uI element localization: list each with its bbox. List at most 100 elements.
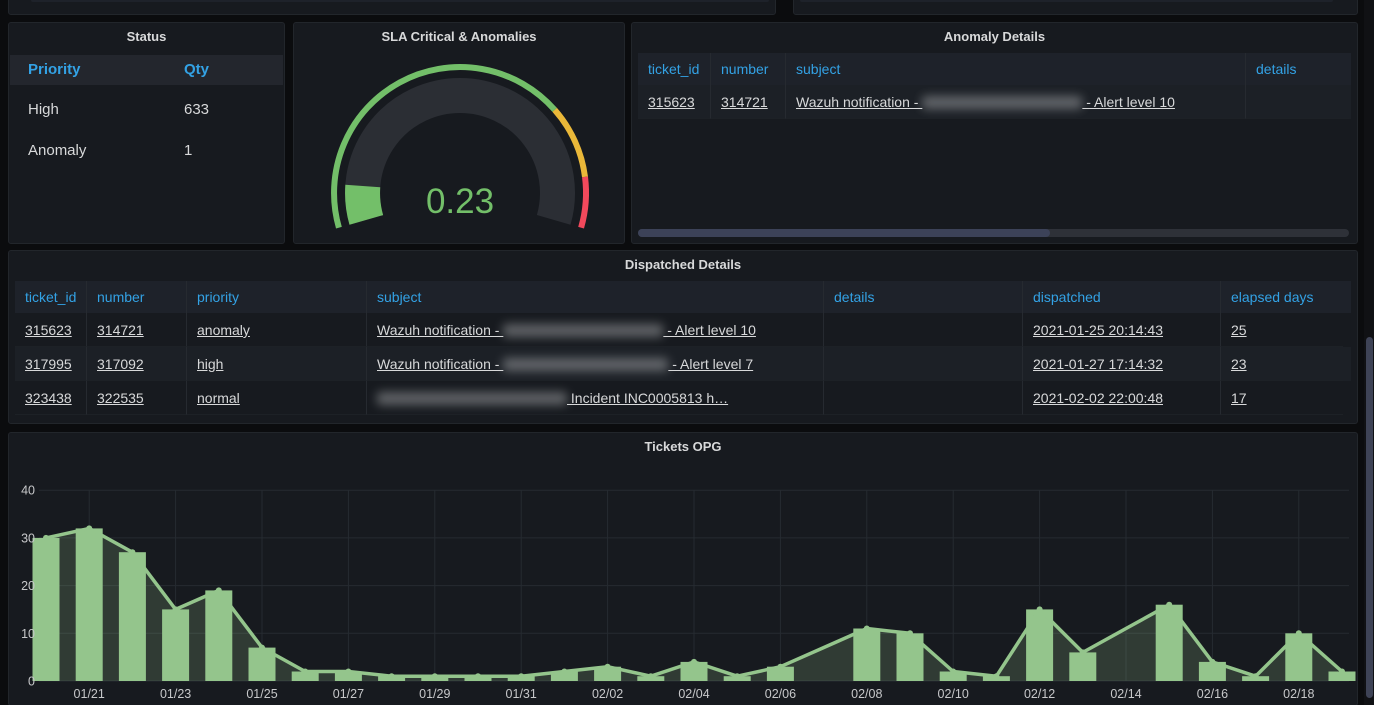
cell-ticket_id: 317995 bbox=[15, 347, 87, 381]
column-header-details[interactable]: details bbox=[824, 281, 1023, 313]
x-axis-tick-label: 01/27 bbox=[333, 687, 364, 701]
x-axis-tick-label: 02/14 bbox=[1110, 687, 1141, 701]
column-header-qty[interactable]: Qty bbox=[174, 55, 283, 85]
cell-subject: Incident INC0005813 h… bbox=[367, 381, 824, 415]
top-partial-content-right bbox=[800, 0, 1333, 2]
subject-link[interactable]: Wazuh notification - - Alert level 10 bbox=[796, 94, 1175, 110]
cell-details bbox=[1246, 85, 1349, 119]
cell-subject: Wazuh notification - - Alert level 7 bbox=[367, 347, 824, 381]
column-header-subject[interactable]: subject bbox=[786, 53, 1246, 85]
column-header-ticket_id[interactable]: ticket_id bbox=[638, 53, 711, 85]
status-panel: Status Priority Qty High633Anomaly1 bbox=[8, 22, 285, 244]
cell-number: 314721 bbox=[87, 313, 187, 347]
table-row: Anomaly1 bbox=[10, 130, 283, 171]
anomaly-horizontal-scrollbar-thumb[interactable] bbox=[638, 229, 1050, 237]
cell-text[interactable]: 314721 bbox=[97, 322, 144, 338]
x-axis-tick-label: 01/23 bbox=[160, 687, 191, 701]
cell-subject: Wazuh notification - - Alert level 10 bbox=[786, 85, 1246, 119]
column-header-details[interactable]: details bbox=[1246, 53, 1349, 85]
dispatched-details-panel: Dispatched Details ticket_idnumberpriori… bbox=[8, 250, 1358, 424]
panel-title-dispatched-details[interactable]: Dispatched Details bbox=[9, 251, 1357, 279]
cell-text[interactable]: high bbox=[197, 356, 223, 372]
cell-text[interactable]: 17 bbox=[1231, 390, 1247, 406]
sla-gauge-panel: SLA Critical & Anomalies 0.23 bbox=[293, 22, 625, 244]
top-partial-panel-left bbox=[8, 0, 776, 15]
top-partial-content-left bbox=[31, 0, 769, 2]
cell-ticket_id: 323438 bbox=[15, 381, 87, 415]
status-table-body: High633Anomaly1 bbox=[10, 89, 283, 171]
subject-link[interactable]: Incident INC0005813 h… bbox=[377, 390, 728, 406]
cell-text[interactable]: 323438 bbox=[25, 390, 72, 406]
x-axis-tick-label: 01/29 bbox=[419, 687, 450, 701]
cell-text[interactable]: 2021-01-27 17:14:32 bbox=[1033, 356, 1163, 372]
cell-number: 314721 bbox=[711, 85, 786, 119]
column-header-priority[interactable]: Priority bbox=[10, 55, 174, 85]
x-axis-tick-label: 01/25 bbox=[246, 687, 277, 701]
cell-text[interactable]: 322535 bbox=[97, 390, 144, 406]
cell-dispatched: 2021-01-25 20:14:43 bbox=[1023, 313, 1221, 347]
redacted-text bbox=[503, 324, 663, 337]
column-header-priority[interactable]: priority bbox=[187, 281, 367, 313]
cell-text[interactable]: 314721 bbox=[721, 94, 768, 110]
sla-gauge: 0.23 bbox=[294, 49, 624, 244]
cell-priority: Anomaly bbox=[10, 130, 174, 171]
cell-text[interactable]: normal bbox=[197, 390, 240, 406]
column-header-elapsed-days[interactable]: elapsed days bbox=[1221, 281, 1343, 313]
cell-details bbox=[824, 381, 1023, 415]
table-row: 323438 322535 normal Incident INC0005813 h… bbox=[15, 381, 1351, 415]
column-header-number[interactable]: number bbox=[711, 53, 786, 85]
redacted-text bbox=[503, 358, 668, 371]
y-axis-tick-label: 20 bbox=[21, 579, 35, 593]
column-header-ticket_id[interactable]: ticket_id bbox=[15, 281, 87, 313]
table-row: High633 bbox=[10, 89, 283, 130]
table-header-row: ticket_idnumberprioritysubjectdetailsdis… bbox=[15, 281, 1351, 313]
tickets-opg-panel: Tickets OPG 01020304001/2101/2301/2501/2… bbox=[8, 432, 1358, 705]
column-header-subject[interactable]: subject bbox=[367, 281, 824, 313]
cell-priority: normal bbox=[187, 381, 367, 415]
redacted-text bbox=[377, 392, 567, 405]
x-axis-tick-label: 02/04 bbox=[678, 687, 709, 701]
y-axis-tick-label: 40 bbox=[21, 484, 35, 498]
anomaly-details-table: ticket_idnumbersubjectdetails 315623 31472… bbox=[638, 53, 1351, 119]
gauge-value: 0.23 bbox=[426, 182, 494, 221]
anomaly-details-panel: Anomaly Details ticket_idnumbersubjectde… bbox=[631, 22, 1358, 244]
y-axis-tick-label: 30 bbox=[21, 531, 35, 545]
top-partial-panel-right bbox=[793, 0, 1358, 15]
cell-text[interactable]: anomaly bbox=[197, 322, 250, 338]
subject-link[interactable]: Wazuh notification - - Alert level 10 bbox=[377, 322, 756, 338]
cell-text[interactable]: 23 bbox=[1231, 356, 1247, 372]
cell-text[interactable]: 317995 bbox=[25, 356, 72, 372]
x-axis-tick-label: 01/31 bbox=[506, 687, 537, 701]
anomaly-horizontal-scrollbar[interactable] bbox=[638, 229, 1349, 237]
cell-dispatched: 2021-02-02 22:00:48 bbox=[1023, 381, 1221, 415]
column-header-dispatched[interactable]: dispatched bbox=[1023, 281, 1221, 313]
panel-title-sla-gauge[interactable]: SLA Critical & Anomalies bbox=[294, 23, 624, 51]
cell-elapsed-days: 25 bbox=[1221, 313, 1343, 347]
cell-qty: 1 bbox=[174, 130, 283, 171]
cell-qty: 633 bbox=[174, 89, 283, 130]
table-row: 317995 317092 high Wazuh notification - - A… bbox=[15, 347, 1351, 381]
cell-details bbox=[824, 313, 1023, 347]
cell-priority: anomaly bbox=[187, 313, 367, 347]
subject-link[interactable]: Wazuh notification - - Alert level 7 bbox=[377, 356, 753, 372]
x-axis-tick-label: 02/16 bbox=[1197, 687, 1228, 701]
x-axis-tick-label: 02/02 bbox=[592, 687, 623, 701]
cell-elapsed-days: 23 bbox=[1221, 347, 1343, 381]
grafana-dashboard: Status Priority Qty High633Anomaly1 SLA … bbox=[0, 0, 1374, 705]
cell-elapsed-days: 17 bbox=[1221, 381, 1343, 415]
panel-title-anomaly-details[interactable]: Anomaly Details bbox=[632, 23, 1357, 51]
tickets-opg-chart: 01020304001/2101/2301/2501/2701/2901/310… bbox=[9, 433, 1357, 705]
cell-text[interactable]: 317092 bbox=[97, 356, 144, 372]
cell-text[interactable]: 2021-02-02 22:00:48 bbox=[1033, 390, 1163, 406]
y-axis-tick-label: 0 bbox=[28, 675, 35, 689]
column-header-number[interactable]: number bbox=[87, 281, 187, 313]
cell-priority: high bbox=[187, 347, 367, 381]
x-axis-tick-label: 01/21 bbox=[74, 687, 105, 701]
panel-title-status[interactable]: Status bbox=[9, 23, 284, 51]
cell-text[interactable]: 315623 bbox=[648, 94, 695, 110]
cell-text[interactable]: 315623 bbox=[25, 322, 72, 338]
x-axis-tick-label: 02/18 bbox=[1283, 687, 1314, 701]
cell-text[interactable]: 2021-01-25 20:14:43 bbox=[1033, 322, 1163, 338]
cell-text[interactable]: 25 bbox=[1231, 322, 1247, 338]
page-scrollbar-thumb[interactable] bbox=[1366, 337, 1373, 698]
